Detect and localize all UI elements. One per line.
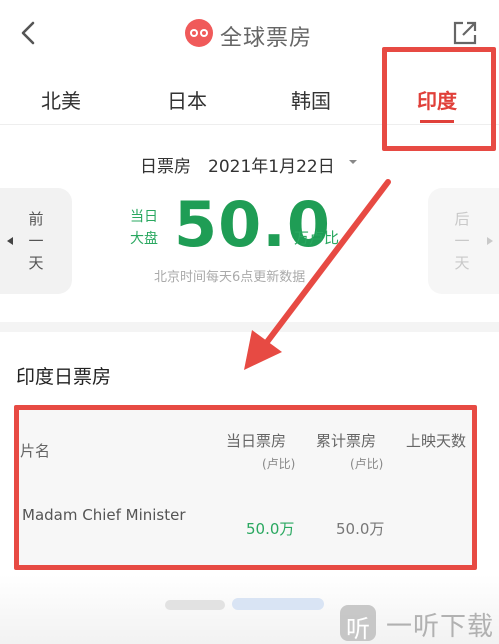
tab-japan[interactable]: 日本 (142, 85, 232, 114)
tab-north-america[interactable]: 北美 (16, 85, 106, 114)
next-day-label: 后一天 (454, 210, 470, 272)
cat-eye-logo-icon (185, 19, 213, 47)
watermark-text: 一听下载 (386, 612, 495, 642)
caret-down-icon[interactable] (348, 158, 358, 166)
tab-korea[interactable]: 韩国 (266, 85, 356, 114)
page-title: 全球票房 (220, 26, 313, 51)
prev-day-label: 前一天 (28, 210, 44, 272)
arrow-right-icon (487, 237, 493, 245)
daily-total-label: 当日 大盘 (130, 209, 158, 247)
annotation-arrow-icon (244, 179, 391, 370)
section-title: 印度日票房 (16, 366, 112, 388)
prev-day-button[interactable]: 前一天 (0, 188, 72, 294)
arrow-left-icon (7, 237, 13, 245)
date-type-label[interactable]: 日票房 (140, 152, 191, 177)
next-day-button[interactable]: 后一天 (428, 188, 499, 294)
back-arrow-icon[interactable] (14, 18, 44, 48)
annotation-box-tab (382, 47, 496, 151)
blurred-link (232, 598, 324, 610)
annotation-box-table (14, 405, 477, 570)
blurred-text (165, 600, 225, 610)
share-icon[interactable] (450, 18, 480, 48)
watermark-glyph: 听 (346, 615, 370, 643)
